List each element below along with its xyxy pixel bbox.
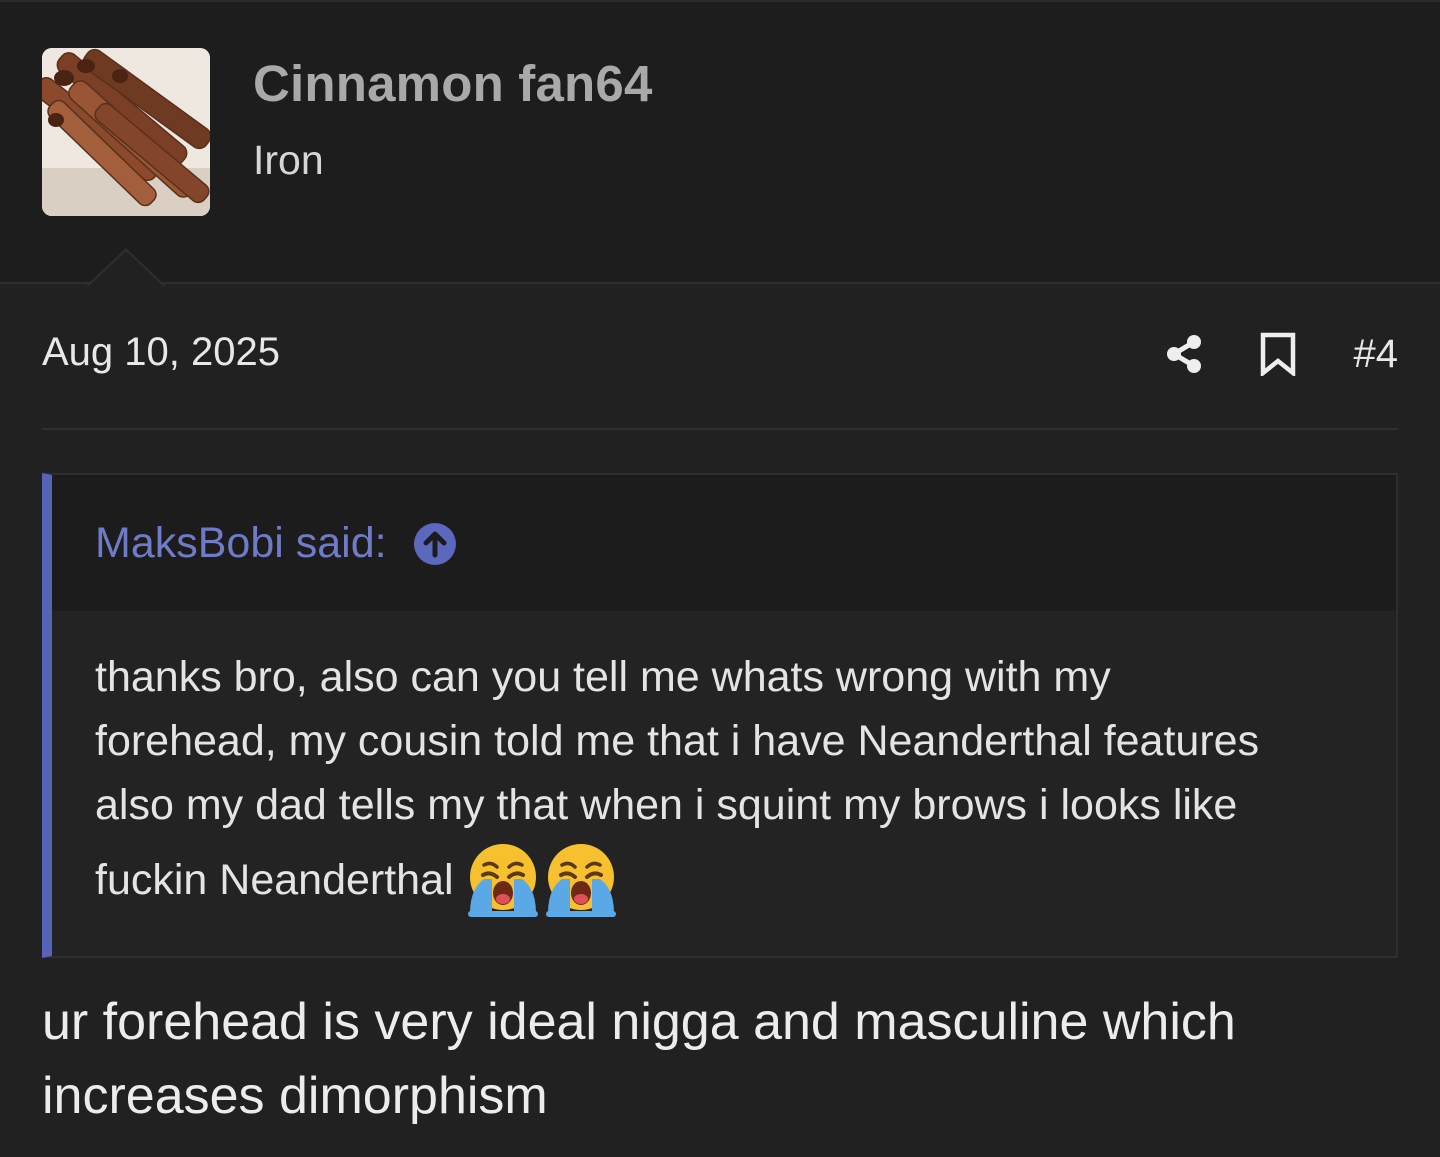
user-rank-title: Iron [253,137,324,183]
bookmark-button[interactable] [1254,330,1302,378]
arrow-up-circle-icon[interactable] [413,522,457,566]
bookmark-icon [1260,332,1295,376]
quote-author-label: MaksBobi said: [95,519,387,567]
quote-header: MaksBobi said: [52,475,1396,611]
reply-line: ur forehead is very ideal nigga and masc… [42,993,1236,1051]
post-number-link[interactable]: #4 [1354,332,1399,377]
reply-text: ur forehead is very ideal nigga and masc… [42,985,1402,1133]
loudly-crying-face-emoji [467,844,538,917]
quote-line: thanks bro, also can you tell me whats w… [95,653,1111,701]
header-pointer [86,248,166,287]
quote-line: fuckin Neanderthal [95,856,454,904]
reply-line: increases dimorphism [42,1067,548,1125]
cinnamon-sticks-avatar [42,48,210,216]
meta-divider [42,428,1398,430]
quote-line: forehead, my cousin told me that i have … [95,717,1260,765]
quote-body: thanks bro, also can you tell me whats w… [95,645,1375,919]
post-actions: #4 [1160,328,1399,380]
quote-author-link[interactable]: MaksBobi said: [95,519,457,568]
username[interactable]: Cinnamon fan64 [253,54,653,113]
forum-post: Cinnamon fan64 Iron Aug 10, 2025 #4 Maks… [0,0,1440,1157]
post-date[interactable]: Aug 10, 2025 [42,330,280,375]
loudly-crying-face-emoji [545,844,616,917]
share-button[interactable] [1160,330,1208,378]
share-icon [1166,335,1201,373]
quote-line: also my dad tells my that when i squint … [95,781,1238,829]
post-user-header: Cinnamon fan64 Iron [0,0,1440,287]
quote-block: MaksBobi said: thanks bro, also can you … [42,473,1398,958]
user-avatar[interactable] [42,48,210,216]
